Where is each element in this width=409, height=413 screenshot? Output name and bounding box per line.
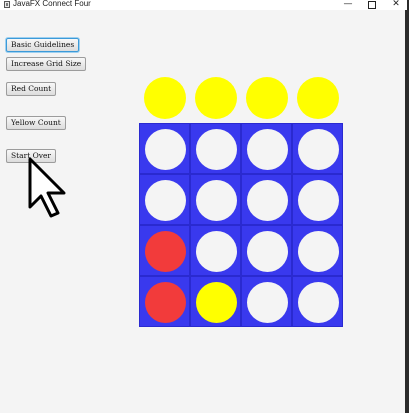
empty-slot (196, 129, 237, 170)
board-cell[interactable] (139, 276, 190, 327)
yellow-count-button[interactable]: Yellow Count (6, 116, 66, 130)
basic-guidelines-button[interactable]: Basic Guidelines (6, 38, 80, 52)
board-cell[interactable] (241, 225, 292, 276)
yellow-disc (196, 282, 237, 323)
board-cell[interactable] (241, 276, 292, 327)
game-board (139, 123, 343, 327)
board-cell[interactable] (241, 174, 292, 225)
red-disc (145, 231, 186, 272)
board-cell[interactable] (292, 225, 343, 276)
drop-disc-yellow[interactable] (195, 77, 237, 119)
empty-slot (298, 129, 339, 170)
board-cell[interactable] (190, 174, 241, 225)
board-cell[interactable] (190, 276, 241, 327)
board-cell[interactable] (292, 123, 343, 174)
board-cell[interactable] (292, 276, 343, 327)
maximize-icon (368, 1, 376, 9)
app-window: JavaFX Connect Four — ✕ Basic Guidelines… (0, 0, 407, 413)
empty-slot (247, 180, 288, 221)
maximize-button[interactable] (362, 0, 382, 10)
board-cell[interactable] (139, 174, 190, 225)
board-cell[interactable] (139, 225, 190, 276)
empty-slot (247, 282, 288, 323)
empty-slot (298, 231, 339, 272)
increase-grid-size-button[interactable]: Increase Grid Size (6, 57, 87, 71)
empty-slot (196, 180, 237, 221)
empty-slot (196, 231, 237, 272)
app-icon (4, 1, 10, 8)
red-disc (145, 282, 186, 323)
board-cell[interactable] (190, 123, 241, 174)
board-cell[interactable] (292, 174, 343, 225)
board-cell[interactable] (139, 123, 190, 174)
window-title: JavaFX Connect Four (13, 0, 91, 8)
drop-disc-yellow[interactable] (246, 77, 288, 119)
red-count-button[interactable]: Red Count (6, 82, 57, 96)
empty-slot (145, 180, 186, 221)
drop-disc-yellow[interactable] (297, 77, 339, 119)
empty-slot (247, 231, 288, 272)
drop-disc-yellow[interactable] (144, 77, 186, 119)
board-cell[interactable] (241, 123, 292, 174)
mouse-pointer-icon (28, 157, 66, 218)
board-cell[interactable] (190, 225, 241, 276)
empty-slot (298, 180, 339, 221)
minimize-button[interactable]: — (338, 0, 358, 10)
empty-slot (298, 282, 339, 323)
empty-slot (247, 129, 288, 170)
empty-slot (145, 129, 186, 170)
title-bar: JavaFX Connect Four — ✕ (0, 0, 407, 10)
close-button[interactable]: ✕ (386, 0, 406, 10)
